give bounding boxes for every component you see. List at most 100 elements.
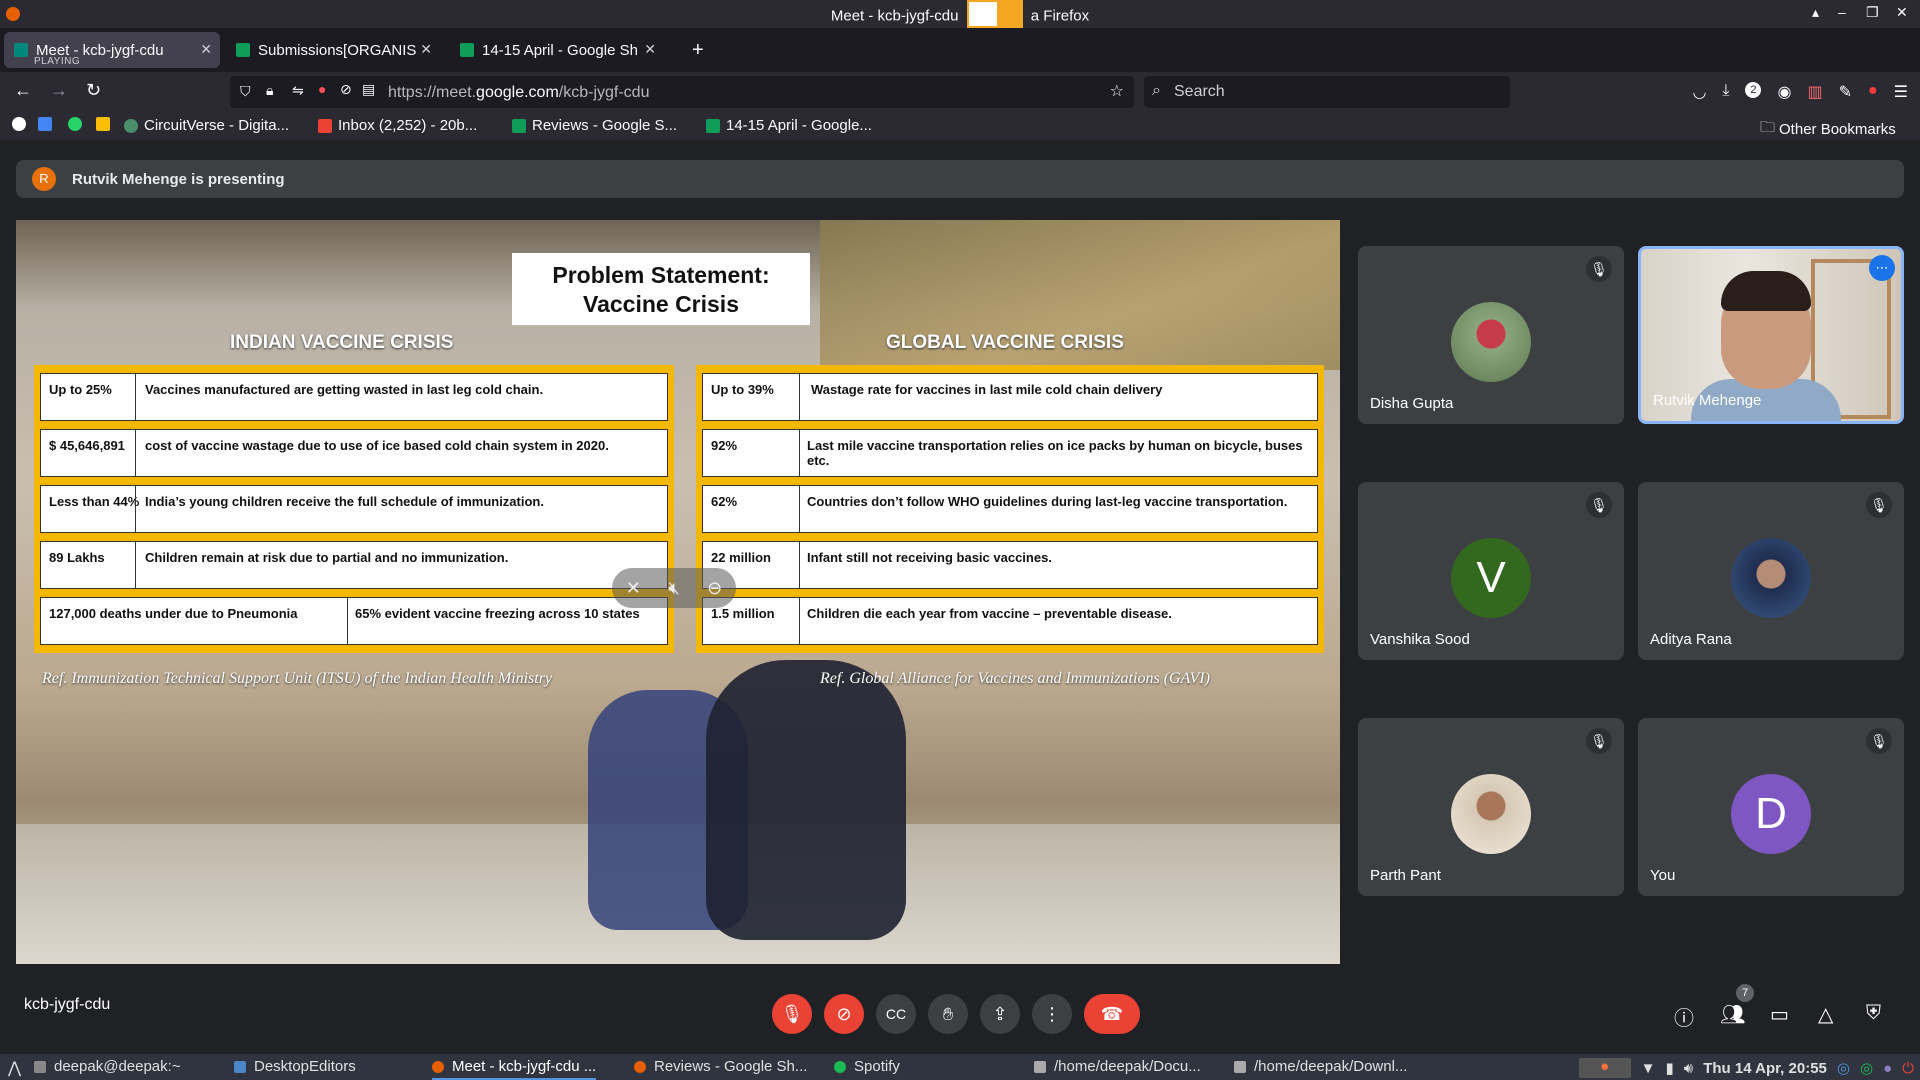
close-tab-icon[interactable]: ✕ (420, 41, 432, 58)
photos-icon[interactable] (96, 117, 116, 131)
bookmark-14-15-april[interactable]: 14-15 April - Google... (706, 117, 872, 134)
minimize-icon[interactable]: – (1838, 4, 1846, 20)
table-row: 92% Last mile vaccine transportation reli… (702, 429, 1318, 477)
close-window-icon[interactable]: ✕ (1896, 4, 1908, 21)
extension-icon[interactable]: ◉ (1777, 82, 1791, 102)
extension-badge[interactable]: 2 (1745, 82, 1762, 98)
docs-icon[interactable] (38, 117, 58, 131)
mic-off-button[interactable]: 🎙︎ (772, 994, 812, 1034)
extension-icon[interactable]: ▥ (1807, 82, 1822, 102)
tray-icon[interactable]: ◎ (1837, 1059, 1850, 1077)
screen-overlay-controls: ✕ 🔇︎ ⊖ (612, 568, 736, 608)
battery-icon[interactable]: ▮ (1666, 1059, 1674, 1077)
camera-off-button[interactable]: ⊘ (824, 994, 864, 1034)
global-reference: Ref. Global Alliance for Vaccines and Im… (820, 670, 1210, 687)
taskbar-item-reviews[interactable]: Reviews - Google Sh... (634, 1058, 807, 1075)
more-options-button[interactable]: ⋮ (1032, 994, 1072, 1034)
avatar (1731, 538, 1811, 618)
people-icon[interactable]: 👥︎ (1720, 1002, 1745, 1027)
tab-meet[interactable]: Meet - kcb-jygf-cdu PLAYING ✕ (4, 32, 220, 68)
tray-icon[interactable]: ● (1883, 1060, 1892, 1077)
participant-tile-disha-gupta[interactable]: 🎙︎ Disha Gupta (1358, 246, 1624, 424)
wifi-icon[interactable]: ▼ (1641, 1060, 1656, 1077)
clock[interactable]: Thu 14 Apr, 20:55 (1703, 1060, 1827, 1077)
chat-icon[interactable]: ▭ (1770, 1002, 1789, 1027)
navigation-bar: ← → ↻ ⛉ 🔒︎ ⇋ ● ⊘ ▤ https://meet.google.c… (0, 72, 1920, 112)
mic-off-icon: 🎙︎ (1586, 256, 1612, 282)
participant-name: Disha Gupta (1370, 395, 1454, 412)
participant-tile-vanshika-sood[interactable]: V 🎙︎ Vanshika Sood (1358, 482, 1624, 660)
taskbar-item-documents[interactable]: /home/deepak/Docu... (1034, 1058, 1201, 1075)
tab-playing-label: PLAYING (34, 56, 81, 67)
raise-hand-button[interactable]: ✋︎ (928, 994, 968, 1034)
search-input[interactable]: ⌕ Search (1144, 76, 1510, 108)
toolbar-icons: ◡ ⤓ 2 ◉ ▥ ✎ ● ☰ (1692, 82, 1908, 102)
shield-icon[interactable]: ⛉ (240, 83, 251, 100)
extension-icon[interactable]: ● (1868, 82, 1878, 102)
lock-icon[interactable]: 🔒︎ (266, 82, 273, 99)
other-bookmarks[interactable]: 🗀︎ Other Bookmarks (1760, 117, 1896, 142)
participant-tile-parth-pant[interactable]: 🎙︎ Parth Pant (1358, 718, 1624, 896)
remove-icon[interactable]: ⊖ (707, 578, 722, 599)
reader-icon[interactable]: ▤ (362, 81, 375, 98)
extension-icon[interactable]: ✎ (1839, 82, 1852, 102)
table-row: $ 45,646,891 cost of vaccine wastage due … (40, 429, 668, 477)
whatsapp-icon[interactable] (68, 117, 88, 131)
permissions-icon[interactable]: ⇋ (292, 82, 304, 99)
meeting-controls-bar: kcb-jygf-cdu 🎙︎ ⊘ CC ✋︎ ⇪ ⋮ ☎︎ ⓘ 7 👥︎ ▭ … (0, 964, 1920, 1054)
mic-off-icon: 🎙︎ (1866, 728, 1892, 754)
taskbar-item-spotify[interactable]: Spotify (834, 1058, 900, 1075)
leave-call-button[interactable]: ☎︎ (1084, 994, 1140, 1034)
downloads-icon[interactable]: ⤓ (1722, 82, 1729, 102)
shared-screen[interactable]: Problem Statement: Vaccine Crisis INDIAN… (16, 220, 1340, 964)
present-screen-button[interactable]: ⇪ (980, 994, 1020, 1034)
meeting-details-icon[interactable]: ⓘ (1674, 1002, 1694, 1031)
captions-button[interactable]: CC (876, 994, 916, 1034)
bookmark-circuitverse[interactable]: CircuitVerse - Digita... (124, 117, 289, 134)
participant-name: Parth Pant (1370, 867, 1441, 884)
tab-14-15-april[interactable]: 14-15 April - Google Sh ✕ (450, 32, 664, 68)
taskbar-item-meet[interactable]: Meet - kcb-jygf-cdu ... (432, 1058, 597, 1080)
os-taskbar: ⋀ deepak@deepak:~ DesktopEditors Meet - … (0, 1054, 1920, 1080)
pin-off-icon[interactable]: ✕ (626, 578, 641, 599)
pocket-icon[interactable]: ◡ (1692, 82, 1706, 102)
back-icon[interactable]: ← (14, 80, 32, 101)
host-controls-icon[interactable]: ⛨ (1866, 1002, 1881, 1025)
bookmark-reviews[interactable]: Reviews - Google S... (512, 117, 677, 134)
restore-icon[interactable]: ❐ (1866, 4, 1879, 21)
menu-icon[interactable]: ☰ (1894, 82, 1908, 102)
bookmark-star-icon[interactable]: ☆ (1110, 81, 1124, 101)
taskbar-item-terminal[interactable]: deepak@deepak:~ (34, 1058, 181, 1075)
bookmark-inbox[interactable]: Inbox (2,252) - 20b... (318, 117, 477, 134)
close-tab-icon[interactable]: ✕ (644, 41, 656, 58)
window-menu-icon[interactable]: ▴ (1812, 4, 1819, 21)
tray-icon[interactable]: ◎ (1860, 1059, 1873, 1077)
table-row: Less than 44% India’s young children rece… (40, 485, 668, 533)
url-bar[interactable]: ⛉ 🔒︎ ⇋ ● ⊘ ▤ https://meet.google.com/kcb… (230, 76, 1134, 108)
mic-sharing-indicator[interactable] (966, 0, 1023, 28)
tab-label: Submissions[ORGANIS (258, 41, 417, 59)
participant-tile-rutvik-mehenge[interactable]: ⋯ Rutvik Mehenge (1638, 246, 1904, 424)
microphone-active-icon[interactable]: ● (318, 81, 326, 97)
window-title: Meet - kcb-jygf-cdu a Firefox (0, 0, 1920, 28)
new-tab-button[interactable]: + (682, 32, 704, 68)
activities-icon[interactable]: △ (1818, 1002, 1833, 1027)
google-icon[interactable] (12, 117, 32, 131)
forward-icon[interactable]: → (50, 80, 68, 101)
table-row: 127,000 deaths under due to Pneumonia 65%… (40, 597, 668, 645)
volume-icon[interactable]: 🔊︎ (1684, 1060, 1693, 1077)
reload-icon[interactable]: ↻ (86, 80, 101, 101)
tab-submissions[interactable]: Submissions[ORGANIS ✕ (226, 32, 440, 68)
app-menu-icon[interactable]: ⋀ (8, 1058, 21, 1078)
taskbar-item-downloads[interactable]: /home/deepak/Downl... (1234, 1058, 1407, 1075)
presenting-text: Rutvik Mehenge is presenting (72, 171, 285, 188)
firefox-tray-icon[interactable]: ● (1578, 1058, 1631, 1078)
participant-tile-you[interactable]: D 🎙︎ You (1638, 718, 1904, 896)
power-icon[interactable]: ⏻ (1902, 1060, 1914, 1077)
close-tab-icon[interactable]: ✕ (200, 41, 212, 58)
participant-tile-aditya-rana[interactable]: 🎙︎ Aditya Rana (1638, 482, 1904, 660)
camera-blocked-icon[interactable]: ⊘ (340, 81, 352, 98)
url-text[interactable]: https://meet.google.com/kcb-jygf-cdu (388, 84, 649, 102)
taskbar-item-desktopeditors[interactable]: DesktopEditors (234, 1058, 356, 1075)
mute-audio-icon[interactable]: 🔇︎ (668, 578, 679, 599)
